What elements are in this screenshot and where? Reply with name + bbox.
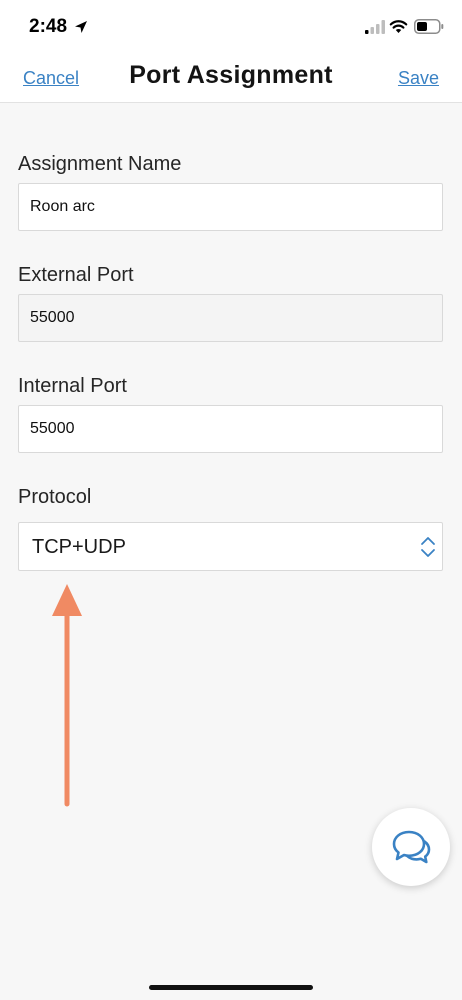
protocol-selected-value: TCP+UDP [32,536,126,558]
battery-icon [414,19,444,34]
assignment-name-input[interactable] [18,183,443,231]
home-indicator[interactable] [149,985,313,990]
protocol-select[interactable]: TCP+UDP [18,522,443,571]
annotation-arrow-icon [52,584,82,807]
external-port-label: External Port [18,264,134,286]
screen: 2:48 Cancel Port Assignment Save Assignm… [0,0,462,1000]
internal-port-input[interactable] [18,405,443,453]
chat-bubbles-icon [392,830,431,864]
external-port-input[interactable] [18,294,443,342]
page-title: Port Assignment [129,61,333,89]
assignment-name-label: Assignment Name [18,153,182,175]
save-button[interactable]: Save [398,68,439,89]
protocol-label: Protocol [18,486,92,508]
status-bar: 2:48 [0,0,462,52]
internal-port-label: Internal Port [18,375,127,397]
chat-button[interactable] [372,808,450,886]
location-arrow-icon [75,21,87,33]
wifi-icon [389,20,408,33]
status-time: 2:48 [29,16,68,37]
cellular-signal-icon [365,20,385,34]
navigation-bar: Cancel Port Assignment Save [0,52,462,103]
chevron-up-down-icon [421,537,435,557]
